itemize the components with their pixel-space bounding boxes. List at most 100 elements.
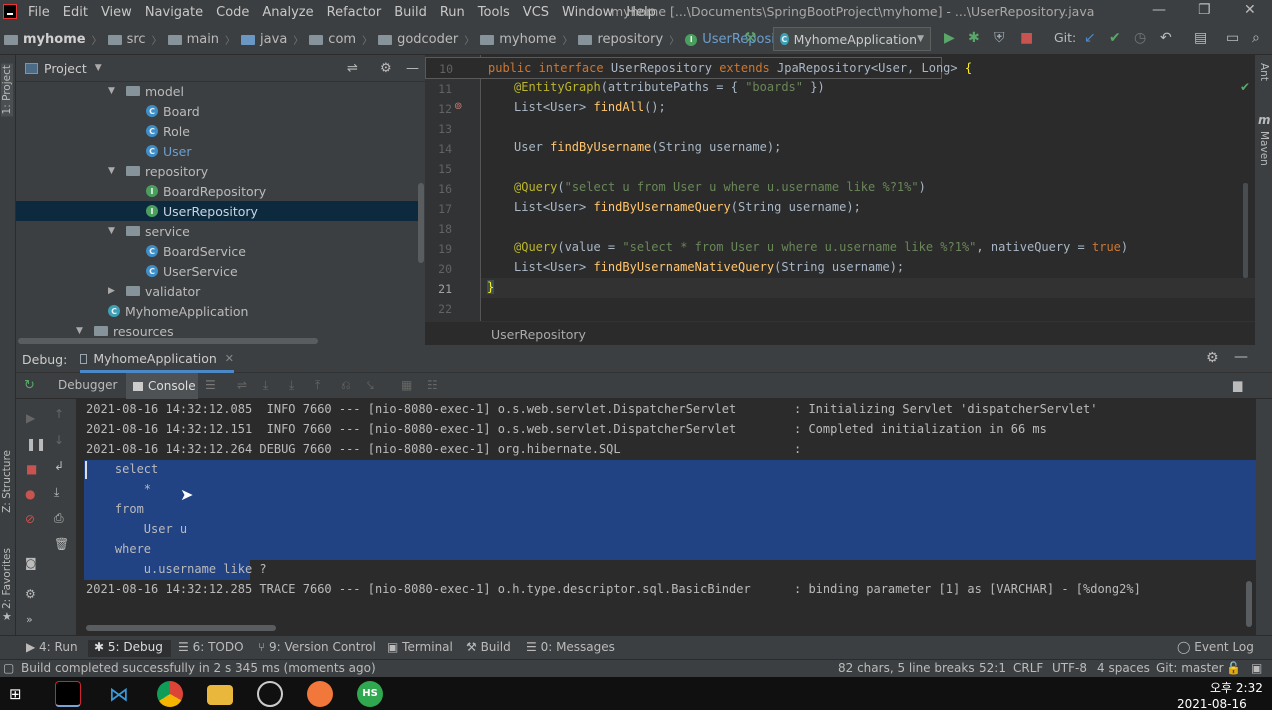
chevron-down-icon[interactable]: ▼ (95, 63, 102, 73)
close-window-icon[interactable]: ✕ (1244, 2, 1256, 18)
status-toggle-icon[interactable]: ▢ (3, 661, 14, 675)
pause-icon[interactable]: ❚❚ (26, 437, 46, 451)
project-structure-icon[interactable]: ▤ (1194, 30, 1207, 46)
git-commit-icon[interactable]: ✔ (1109, 30, 1121, 46)
soft-wrap-icon[interactable]: ↲ (54, 459, 64, 473)
stop-icon[interactable]: ■ (26, 462, 37, 476)
tab-structure[interactable]: Z: Structure (1, 450, 13, 513)
menu-view[interactable]: View (101, 5, 132, 20)
caret-position[interactable]: 52:1 (979, 661, 1006, 675)
postman-taskbar-icon[interactable] (307, 681, 333, 707)
camera-icon[interactable]: ◙ (25, 556, 37, 570)
run-to-cursor-icon[interactable]: ⤥ (367, 378, 374, 393)
step-out-icon[interactable]: ⤒ (315, 378, 320, 393)
tooltab-run[interactable]: ▶ 4: Run (26, 640, 78, 654)
coverage-icon[interactable]: ⛨ (994, 30, 1005, 46)
scroll-up-icon[interactable]: ↑ (54, 407, 64, 421)
code-editor[interactable]: 10 public interface UserRepository exten… (425, 55, 1255, 345)
rollback-icon[interactable]: ↶ (1160, 30, 1172, 46)
project-title[interactable]: Project (44, 61, 87, 76)
editor-scrollbar[interactable] (1243, 183, 1248, 278)
menu-edit[interactable]: Edit (63, 5, 88, 20)
git-update-icon[interactable]: ↙ (1084, 30, 1096, 46)
expand-arrow-icon[interactable]: ▼ (108, 86, 120, 96)
print-icon[interactable]: ⎙ (54, 511, 64, 526)
expand-arrow-icon[interactable]: ▼ (76, 326, 88, 336)
tooltab-version-control[interactable]: ⑂ 9: Version Control (258, 640, 376, 654)
gear-icon[interactable]: ⚙ (380, 61, 392, 76)
tooltab-build[interactable]: ⚒ Build (466, 640, 511, 654)
step-over-icon[interactable]: ⤓ (263, 378, 268, 393)
tab-maven[interactable]: Maven (1258, 131, 1270, 166)
settings-icon[interactable]: ⚙ (25, 587, 36, 601)
debug-bug-icon[interactable]: ✱ (968, 30, 980, 46)
tree-node[interactable]: C UserService (146, 261, 238, 281)
step-into-icon[interactable]: ⤓ (289, 378, 294, 393)
tooltab-event-log[interactable]: ◯ Event Log (1177, 640, 1254, 654)
trace-icon[interactable]: ☷ (427, 378, 438, 392)
menu-code[interactable]: Code (216, 5, 249, 20)
expand-arrow-icon[interactable]: ▼ (108, 226, 120, 236)
crumb-com[interactable]: com 〉 (309, 32, 372, 47)
menu-navigate[interactable]: Navigate (145, 5, 203, 20)
tree-node[interactable]: C MyhomeApplication (108, 301, 248, 321)
layout-icon[interactable]: ▭ (1226, 30, 1239, 46)
file-explorer-taskbar-icon[interactable] (207, 685, 233, 705)
tooltab-messages[interactable]: ☰ 0: Messages (526, 640, 615, 654)
tab-debugger[interactable]: Debugger (58, 378, 117, 392)
tree-node[interactable]: ▼ model (108, 81, 184, 101)
menu-window[interactable]: Window (562, 5, 613, 20)
tree-node[interactable]: ▶ validator (108, 281, 200, 301)
tree-node[interactable]: I UserRepository (16, 201, 420, 221)
menu-file[interactable]: File (28, 5, 50, 20)
tree-node[interactable]: C Board (146, 101, 200, 121)
clock-time[interactable]: 오후 2:32 (1210, 679, 1263, 696)
tree-node[interactable]: C Role (146, 121, 190, 141)
menu-build[interactable]: Build (394, 5, 427, 20)
crumb-myhome[interactable]: myhome 〉 (480, 32, 572, 47)
search-icon[interactable]: ⌕ (1252, 30, 1260, 46)
frames-list-icon[interactable]: ☰ (205, 378, 216, 392)
show-execution-point-icon[interactable]: ⇌ (237, 378, 247, 392)
crumb-java[interactable]: java 〉 (241, 32, 303, 47)
more-icon[interactable]: » (26, 613, 33, 626)
close-tab-icon[interactable]: ✕ (225, 352, 234, 365)
console-horizontal-scrollbar[interactable] (86, 625, 276, 631)
menu-vcs[interactable]: VCS (523, 5, 549, 20)
tree-node[interactable]: ▼ service (108, 221, 190, 241)
line-separator[interactable]: CRLF (1013, 661, 1043, 675)
rerun-icon[interactable]: ↻ (24, 378, 35, 393)
file-encoding[interactable]: UTF-8 (1052, 661, 1087, 675)
build-hammer-icon[interactable]: ⚒ (744, 30, 757, 46)
view-breakpoints-icon[interactable]: ● (25, 487, 35, 501)
run-config-dropdown[interactable]: C MyhomeApplication ▼ (773, 27, 931, 51)
vscode-taskbar-icon[interactable]: ⋈ (106, 681, 132, 707)
event-icon[interactable]: ▣ (1251, 661, 1262, 675)
hs-taskbar-icon[interactable]: HS (357, 681, 383, 707)
obs-taskbar-icon[interactable] (257, 681, 283, 707)
layout-settings-icon[interactable]: ▆ (1233, 378, 1242, 392)
tab-ant[interactable]: Ant (1258, 63, 1270, 81)
debug-session-tab[interactable]: MyhomeApplication ✕ (80, 347, 234, 373)
tooltab-debug[interactable]: ✱ 5: Debug (88, 640, 171, 657)
vertical-scrollbar[interactable] (418, 183, 424, 263)
hide-panel-icon[interactable]: — (1234, 349, 1248, 365)
tree-node[interactable]: C User (146, 141, 192, 161)
stop-icon[interactable]: ■ (1020, 30, 1033, 46)
crumb-godcoder[interactable]: godcoder 〉 (378, 32, 474, 47)
horizontal-scrollbar[interactable] (18, 338, 318, 344)
menu-refactor[interactable]: Refactor (327, 5, 382, 20)
gear-icon[interactable]: ⚙ (1206, 350, 1219, 366)
git-branch[interactable]: Git: master (1156, 661, 1224, 675)
console-output[interactable]: 2021-08-16 14:32:12.085 INFO 7660 --- [n… (76, 399, 1256, 635)
tree-node[interactable]: C BoardService (146, 241, 246, 261)
resume-icon[interactable]: ▶ (26, 411, 35, 425)
status-message[interactable]: Build completed successfully in 2 s 345 … (21, 661, 376, 675)
intellij-taskbar-icon[interactable] (55, 681, 81, 707)
clock-date[interactable]: 2021-08-16 (1177, 697, 1247, 710)
expand-arrow-icon[interactable]: ▼ (108, 166, 120, 176)
windows-start-icon[interactable]: ⊞ (9, 685, 22, 703)
crumb-project[interactable]: myhome 〉 (4, 32, 102, 47)
minimize-icon[interactable]: — (1152, 2, 1166, 18)
tree-node[interactable]: I BoardRepository (146, 181, 266, 201)
